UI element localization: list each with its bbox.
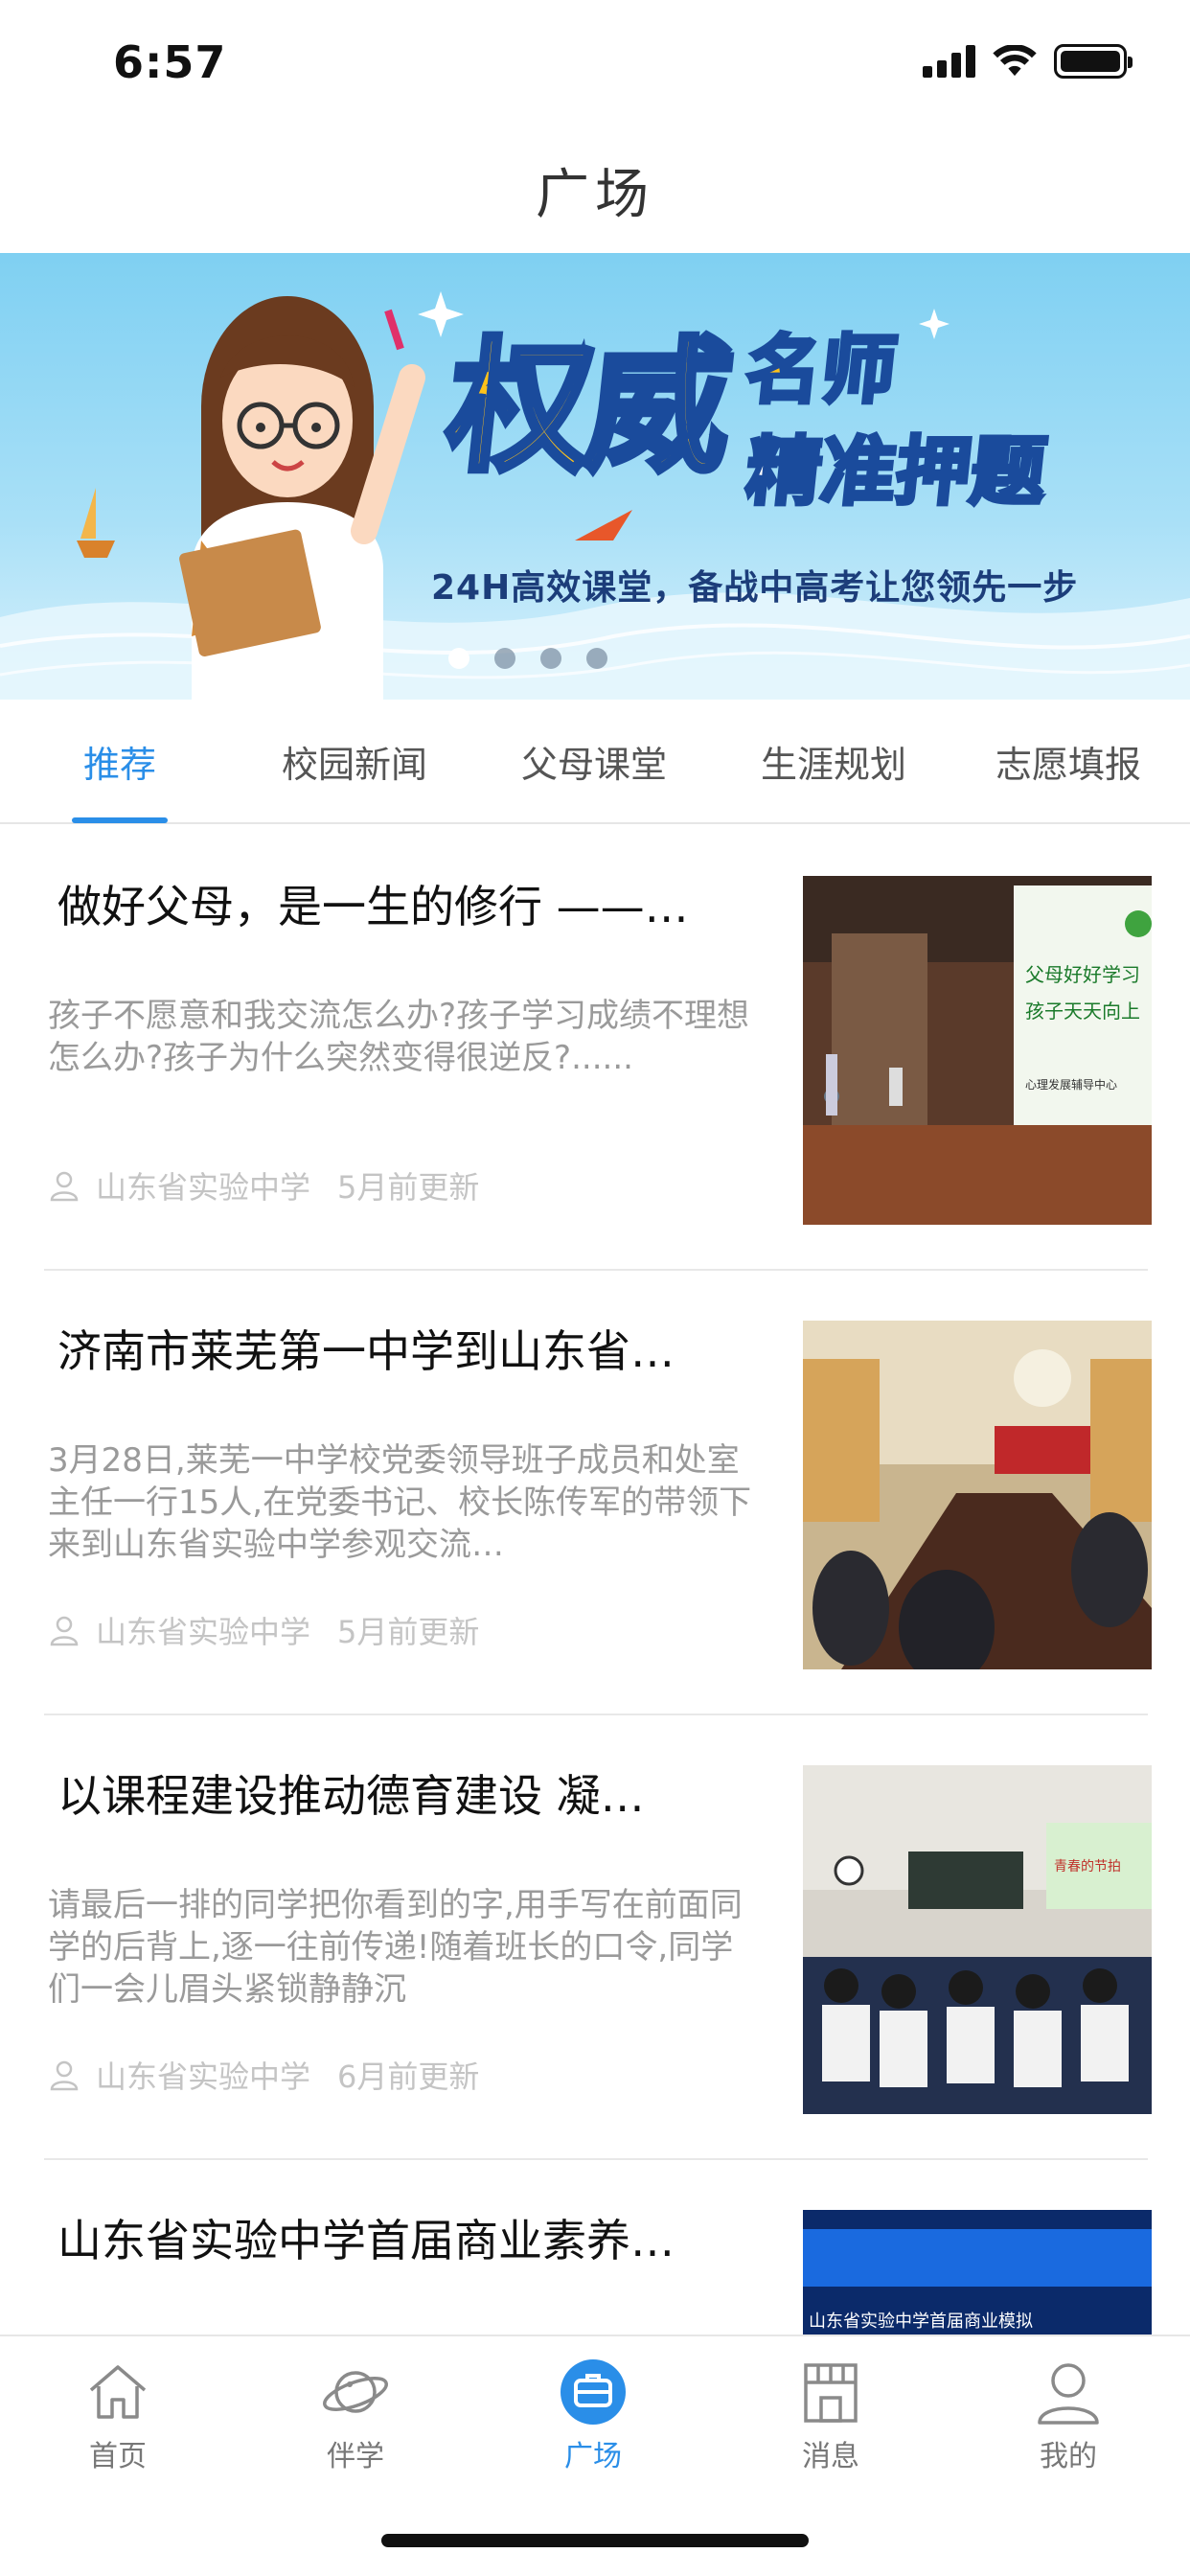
- nav-header: 广场: [0, 126, 1190, 253]
- tab-parent-class[interactable]: 父母课堂: [508, 699, 680, 823]
- category-tabs: 推荐 校园新闻 父母课堂 生涯规划 志愿填报: [0, 700, 1190, 824]
- banner-headline-main: 权威: [437, 322, 736, 494]
- banner-dot[interactable]: [586, 648, 607, 669]
- tab-career-planning[interactable]: 生涯规划: [747, 699, 920, 823]
- article-source: 山东省实验中学: [96, 2058, 311, 2095]
- lecture-slide-text: 孩子天天向上: [1025, 1000, 1140, 1023]
- article-summary: 3月28日,莱芜一中学校党委领导班子成员和处室主任一行15人,在党委书记、校长陈…: [48, 1441, 752, 1564]
- banner-pagination: [0, 648, 1190, 669]
- tab-campus-news[interactable]: 校园新闻: [268, 699, 441, 823]
- planet-icon: [323, 2371, 388, 2413]
- tabbar-label: 广场: [564, 2440, 622, 2473]
- article-source: 山东省实验中学: [96, 1169, 311, 1206]
- user-icon: [50, 1616, 79, 1646]
- lecture-photo-icon: 父母好好学习 孩子天天向上 心理发展辅导中心: [803, 876, 1152, 1225]
- article-title: 济南市莱芜第一中学到山东省…: [57, 1325, 675, 1377]
- article-meta: 山东省实验中学 5月前更新: [48, 1608, 479, 1652]
- article-thumbnail[interactable]: [803, 1321, 1152, 1669]
- article-source: 山东省实验中学: [96, 1614, 311, 1650]
- article-title: 以课程建设推动德育建设 凝…: [57, 1770, 645, 1822]
- banner-dot[interactable]: [494, 648, 515, 669]
- page-title: 广场: [536, 163, 654, 226]
- tabbar-square[interactable]: 广场: [521, 2358, 665, 2482]
- stage-photo-icon: 山东省实验中学首届商业模拟: [803, 2210, 1152, 2334]
- article-meta: 山东省实验中学 6月前更新: [48, 2053, 479, 2097]
- tabbar-messages[interactable]: 消息: [759, 2358, 903, 2482]
- tabbar-label: 消息: [802, 2440, 859, 2473]
- tabbar-study[interactable]: 伴学: [284, 2358, 427, 2482]
- article-updated: 6月前更新: [337, 2058, 480, 2095]
- article-meta: 山东省实验中学 5月前更新: [48, 1163, 479, 1208]
- article-card[interactable]: 以课程建设推动德育建设 凝… 请最后一排的同学把你看到的字,用手写在前面同学的后…: [44, 1715, 1152, 2160]
- article-title: 做好父母，是一生的修行 ——…: [57, 881, 689, 932]
- lecture-slide-text: 父母好好学习: [1025, 963, 1140, 986]
- classroom-photo-icon: 青春的节拍: [803, 1765, 1152, 2114]
- article-updated: 5月前更新: [337, 1614, 480, 1650]
- profile-icon: [1038, 2363, 1099, 2425]
- home-icon: [89, 2365, 147, 2419]
- article-title: 山东省实验中学首届商业素养…: [57, 2215, 675, 2266]
- square-icon: [561, 2359, 626, 2425]
- wifi-icon: [993, 45, 1037, 77]
- banner-dot[interactable]: [540, 648, 561, 669]
- banner-headline-bottom: 精准押题: [741, 427, 1052, 518]
- article-summary: 请最后一排的同学把你看到的字,用手写在前面同学的后背上,逐一往前传递!随着班长的…: [48, 1886, 743, 2009]
- tabbar-profile[interactable]: 我的: [996, 2358, 1140, 2482]
- article-updated: 5月前更新: [337, 1169, 480, 1206]
- user-icon: [50, 2060, 79, 2091]
- tabbar-label: 我的: [1040, 2440, 1097, 2473]
- tab-application-guide[interactable]: 志愿填报: [982, 699, 1155, 823]
- stage-banner-text: 山东省实验中学首届商业模拟: [809, 2312, 1033, 2332]
- status-time: 6:57: [113, 36, 227, 88]
- home-indicator: [381, 2534, 809, 2547]
- user-icon: [50, 1171, 79, 1202]
- banner-tagline: 24H高效课堂，备战中高考让您领先一步: [431, 568, 1079, 608]
- meeting-photo-icon: [803, 1321, 1152, 1669]
- tabbar-label: 伴学: [327, 2440, 384, 2473]
- article-card[interactable]: 做好父母，是一生的修行 ——… 孩子不愿意和我交流怎么办?孩子学习成绩不理想怎么…: [44, 826, 1152, 1271]
- tab-recommend[interactable]: 推荐: [48, 699, 192, 823]
- article-thumbnail[interactable]: 青春的节拍: [803, 1765, 1152, 2114]
- banner-headline-top: 名师: [741, 326, 903, 416]
- battery-icon: [1054, 44, 1133, 79]
- article-summary: 孩子不愿意和我交流怎么办?孩子学习成绩不理想怎么办?孩子为什么突然变得很逆反?.…: [48, 997, 750, 1077]
- promo-banner[interactable]: 权威 名师 精准押题 24H高效课堂，备战中高考让您领先一步: [0, 253, 1190, 700]
- article-thumbnail[interactable]: 父母好好学习 孩子天天向上 心理发展辅导中心: [803, 876, 1152, 1225]
- article-feed: 做好父母，是一生的修行 ——… 孩子不愿意和我交流怎么办?孩子学习成绩不理想怎么…: [0, 826, 1190, 2334]
- classroom-screen-text: 青春的节拍: [1054, 1859, 1121, 1874]
- status-bar: 6:57: [0, 0, 1190, 126]
- tabbar-label: 首页: [89, 2440, 147, 2473]
- cellular-signal-icon: [923, 45, 975, 78]
- tabbar-home[interactable]: 首页: [46, 2358, 190, 2482]
- article-card[interactable]: 济南市莱芜第一中学到山东省… 3月28日,莱芜一中学校党委领导班子成员和处室主任…: [44, 1271, 1152, 1715]
- store-icon: [804, 2363, 858, 2423]
- banner-dot[interactable]: [448, 648, 469, 669]
- lecture-slide-text: 心理发展辅导中心: [1025, 1077, 1117, 1092]
- article-card[interactable]: 山东省实验中学首届商业素养… 山东省实验中学首届商业模拟: [44, 2160, 1152, 2334]
- article-thumbnail[interactable]: 山东省实验中学首届商业模拟: [803, 2210, 1152, 2334]
- status-icons: [923, 44, 1133, 79]
